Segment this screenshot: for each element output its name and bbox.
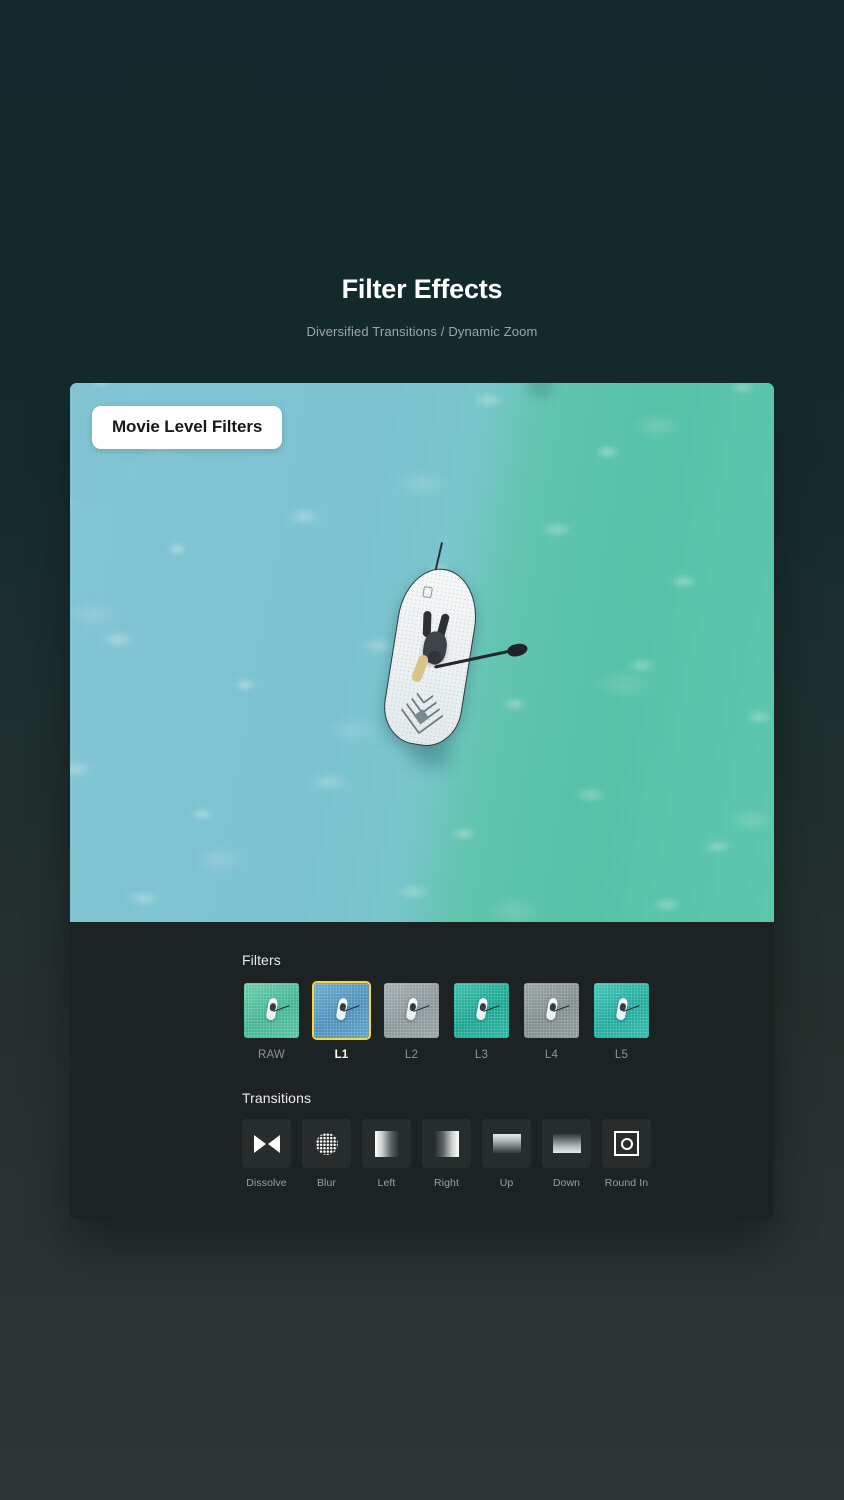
- transition-label-left: Left: [377, 1177, 396, 1189]
- transition-label-blur: Blur: [316, 1177, 337, 1189]
- transition-label-dissolve: Dissolve: [246, 1177, 287, 1189]
- transition-item-left[interactable]: Left: [362, 1119, 411, 1189]
- page-header: Filter Effects Diversified Transitions /…: [0, 0, 844, 339]
- transition-label-up: Up: [499, 1177, 514, 1189]
- transition-item-right[interactable]: Right: [422, 1119, 471, 1189]
- transition-item-dissolve[interactable]: Dissolve: [242, 1119, 291, 1189]
- transition-item-blur[interactable]: Blur: [302, 1119, 351, 1189]
- filter-item-raw[interactable]: RAW: [242, 981, 301, 1061]
- filter-thumbnail-l4[interactable]: [522, 981, 581, 1040]
- transition-label-right: Right: [433, 1177, 459, 1189]
- page-subtitle: Diversified Transitions / Dynamic Zoom: [306, 323, 538, 339]
- filters-thumbnail-row: RAW L1 L2 L3 L4 L5: [70, 981, 774, 1061]
- filter-label-raw: RAW: [257, 1049, 285, 1061]
- controls-panel: Filters RAW L1 L2 L3 L4 L5 Transitions D…: [70, 922, 774, 1219]
- blur-icon[interactable]: [302, 1119, 351, 1168]
- page-title: Filter Effects: [341, 274, 503, 304]
- filters-section-label: Filters: [242, 952, 281, 968]
- transitions-section-label: Transitions: [242, 1090, 312, 1106]
- filter-thumbnail-l2[interactable]: [382, 981, 441, 1040]
- filter-thumbnail-l5[interactable]: [592, 981, 651, 1040]
- transition-item-up[interactable]: Up: [482, 1119, 531, 1189]
- filter-label-l5: L5: [614, 1049, 629, 1061]
- filter-label-l4: L4: [544, 1049, 559, 1061]
- dissolve-icon[interactable]: [242, 1119, 291, 1168]
- wipe-left-icon[interactable]: [362, 1119, 411, 1168]
- filter-item-l2[interactable]: L2: [382, 981, 441, 1061]
- filter-thumbnail-l3[interactable]: [452, 981, 511, 1040]
- filter-label-l2: L2: [404, 1049, 419, 1061]
- transition-item-round-in[interactable]: Round In: [602, 1119, 651, 1189]
- filter-label-l1: L1: [334, 1049, 349, 1061]
- transitions-row: Dissolve Blur Left Right Up Down Round I…: [70, 1119, 774, 1189]
- board-top-marking: [422, 586, 433, 599]
- board-chevron-graphic: [399, 677, 447, 737]
- round-in-icon[interactable]: [602, 1119, 651, 1168]
- transition-item-down[interactable]: Down: [542, 1119, 591, 1189]
- transition-label-down: Down: [552, 1177, 581, 1189]
- transition-label-round-in: Round In: [604, 1177, 649, 1189]
- filter-item-l5[interactable]: L5: [592, 981, 651, 1061]
- filter-item-l3[interactable]: L3: [452, 981, 511, 1061]
- movie-level-filters-badge[interactable]: Movie Level Filters: [92, 406, 283, 449]
- filter-label-l3: L3: [474, 1049, 489, 1061]
- wipe-right-icon[interactable]: [422, 1119, 471, 1168]
- filter-thumbnail-raw[interactable]: [242, 981, 301, 1040]
- filter-thumbnail-l1[interactable]: [312, 981, 371, 1040]
- wipe-down-icon[interactable]: [542, 1119, 591, 1168]
- filter-item-l4[interactable]: L4: [522, 981, 581, 1061]
- filter-item-l1[interactable]: L1: [312, 981, 371, 1061]
- video-preview[interactable]: Movie Level Filters: [70, 383, 774, 922]
- wipe-up-icon[interactable]: [482, 1119, 531, 1168]
- editor-card: Movie Level Filters Filters RAW L1 L2 L3…: [70, 383, 774, 1219]
